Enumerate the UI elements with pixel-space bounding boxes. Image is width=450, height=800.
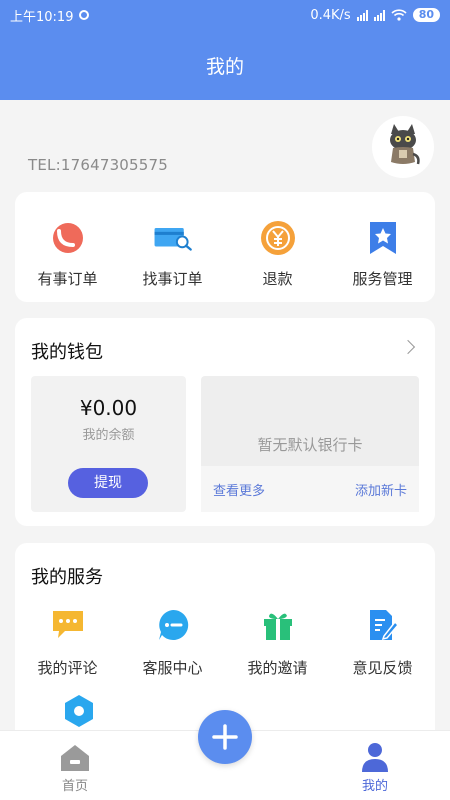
quick-action-label: 有事订单 [37, 270, 98, 288]
bookmark-star-icon [369, 222, 396, 254]
chevron-right-icon[interactable] [400, 339, 416, 355]
battery-icon: 80 [412, 8, 440, 22]
signal-icon [356, 9, 368, 21]
tab-mine[interactable]: 我的 [330, 731, 420, 800]
plus-icon [212, 724, 238, 750]
wifi-icon [391, 9, 407, 21]
quick-action-has-orders[interactable]: 有事订单 [15, 192, 120, 302]
service-label: 客服中心 [142, 659, 203, 677]
tab-home[interactable]: 首页 [30, 731, 120, 800]
bank-card-box: 暂无默认银行卡 查看更多 添加新卡 [201, 376, 419, 512]
notification-icon [79, 10, 90, 20]
status-bar: 上午10:19 0.4K/s 80 [0, 0, 450, 30]
quick-action-service-manage[interactable]: 服务管理 [330, 192, 435, 302]
service-feedback[interactable]: 意见反馈 [330, 607, 435, 678]
user-icon [362, 743, 388, 772]
service-my-invites[interactable]: 我的邀请 [225, 607, 330, 678]
wallet-title: 我的钱包 [31, 342, 103, 363]
search-card-icon [154, 228, 192, 251]
top-header: 上午10:19 0.4K/s 80 我的 [0, 0, 450, 100]
order-circle-icon [52, 223, 83, 253]
quick-action-label: 退款 [262, 270, 293, 288]
page-title: 我的 [205, 55, 244, 78]
tab-home-label: 首页 [61, 779, 88, 794]
hexagon-settings-icon[interactable] [61, 693, 97, 729]
bank-card-actions: 查看更多 添加新卡 [201, 466, 419, 512]
feedback-edit-icon [369, 610, 399, 641]
withdraw-button[interactable]: 提现 [68, 468, 148, 498]
balance-amount: ¥0.00 [79, 396, 138, 420]
quick-action-label: 找事订单 [142, 270, 203, 288]
quick-action-label: 服务管理 [352, 270, 413, 288]
add-card-link[interactable]: 添加新卡 [355, 480, 407, 499]
phone-number: TEL:17647305575 [28, 156, 169, 174]
service-label: 我的邀请 [247, 659, 308, 677]
balance-label: 我的余额 [82, 428, 135, 443]
service-customer-center[interactable]: 客服中心 [120, 607, 225, 678]
quick-action-find-orders[interactable]: 找事订单 [120, 192, 225, 302]
service-label: 意见反馈 [352, 659, 413, 677]
service-label: 我的评论 [37, 659, 98, 677]
wallet-card: 我的钱包 ¥0.00 我的余额 提现 暂无默认银行卡 查看更多 添加新卡 [15, 318, 435, 526]
refund-yen-icon [260, 221, 295, 255]
comment-icon [52, 611, 83, 638]
no-bank-card-text: 暂无默认银行卡 [257, 436, 363, 454]
status-time: 上午10:19 [10, 9, 74, 25]
balance-box: ¥0.00 我的余额 提现 [31, 376, 186, 512]
avatar[interactable] [372, 116, 434, 178]
signal-icon [373, 9, 385, 21]
quick-action-refund[interactable]: 退款 [225, 192, 330, 302]
tab-mine-label: 我的 [361, 779, 388, 794]
add-button[interactable] [198, 710, 252, 764]
services-title: 我的服务 [31, 567, 103, 588]
home-icon [61, 745, 89, 771]
chat-bubble-icon [158, 609, 188, 640]
view-more-link[interactable]: 查看更多 [213, 480, 265, 499]
quick-actions-card: 有事订单 找事订单 退款 服务管理 [15, 192, 435, 302]
network-speed: 0.4K/s [310, 7, 351, 23]
cat-avatar-icon [390, 124, 420, 165]
service-my-comments[interactable]: 我的评论 [15, 607, 120, 678]
gift-icon [263, 613, 292, 640]
